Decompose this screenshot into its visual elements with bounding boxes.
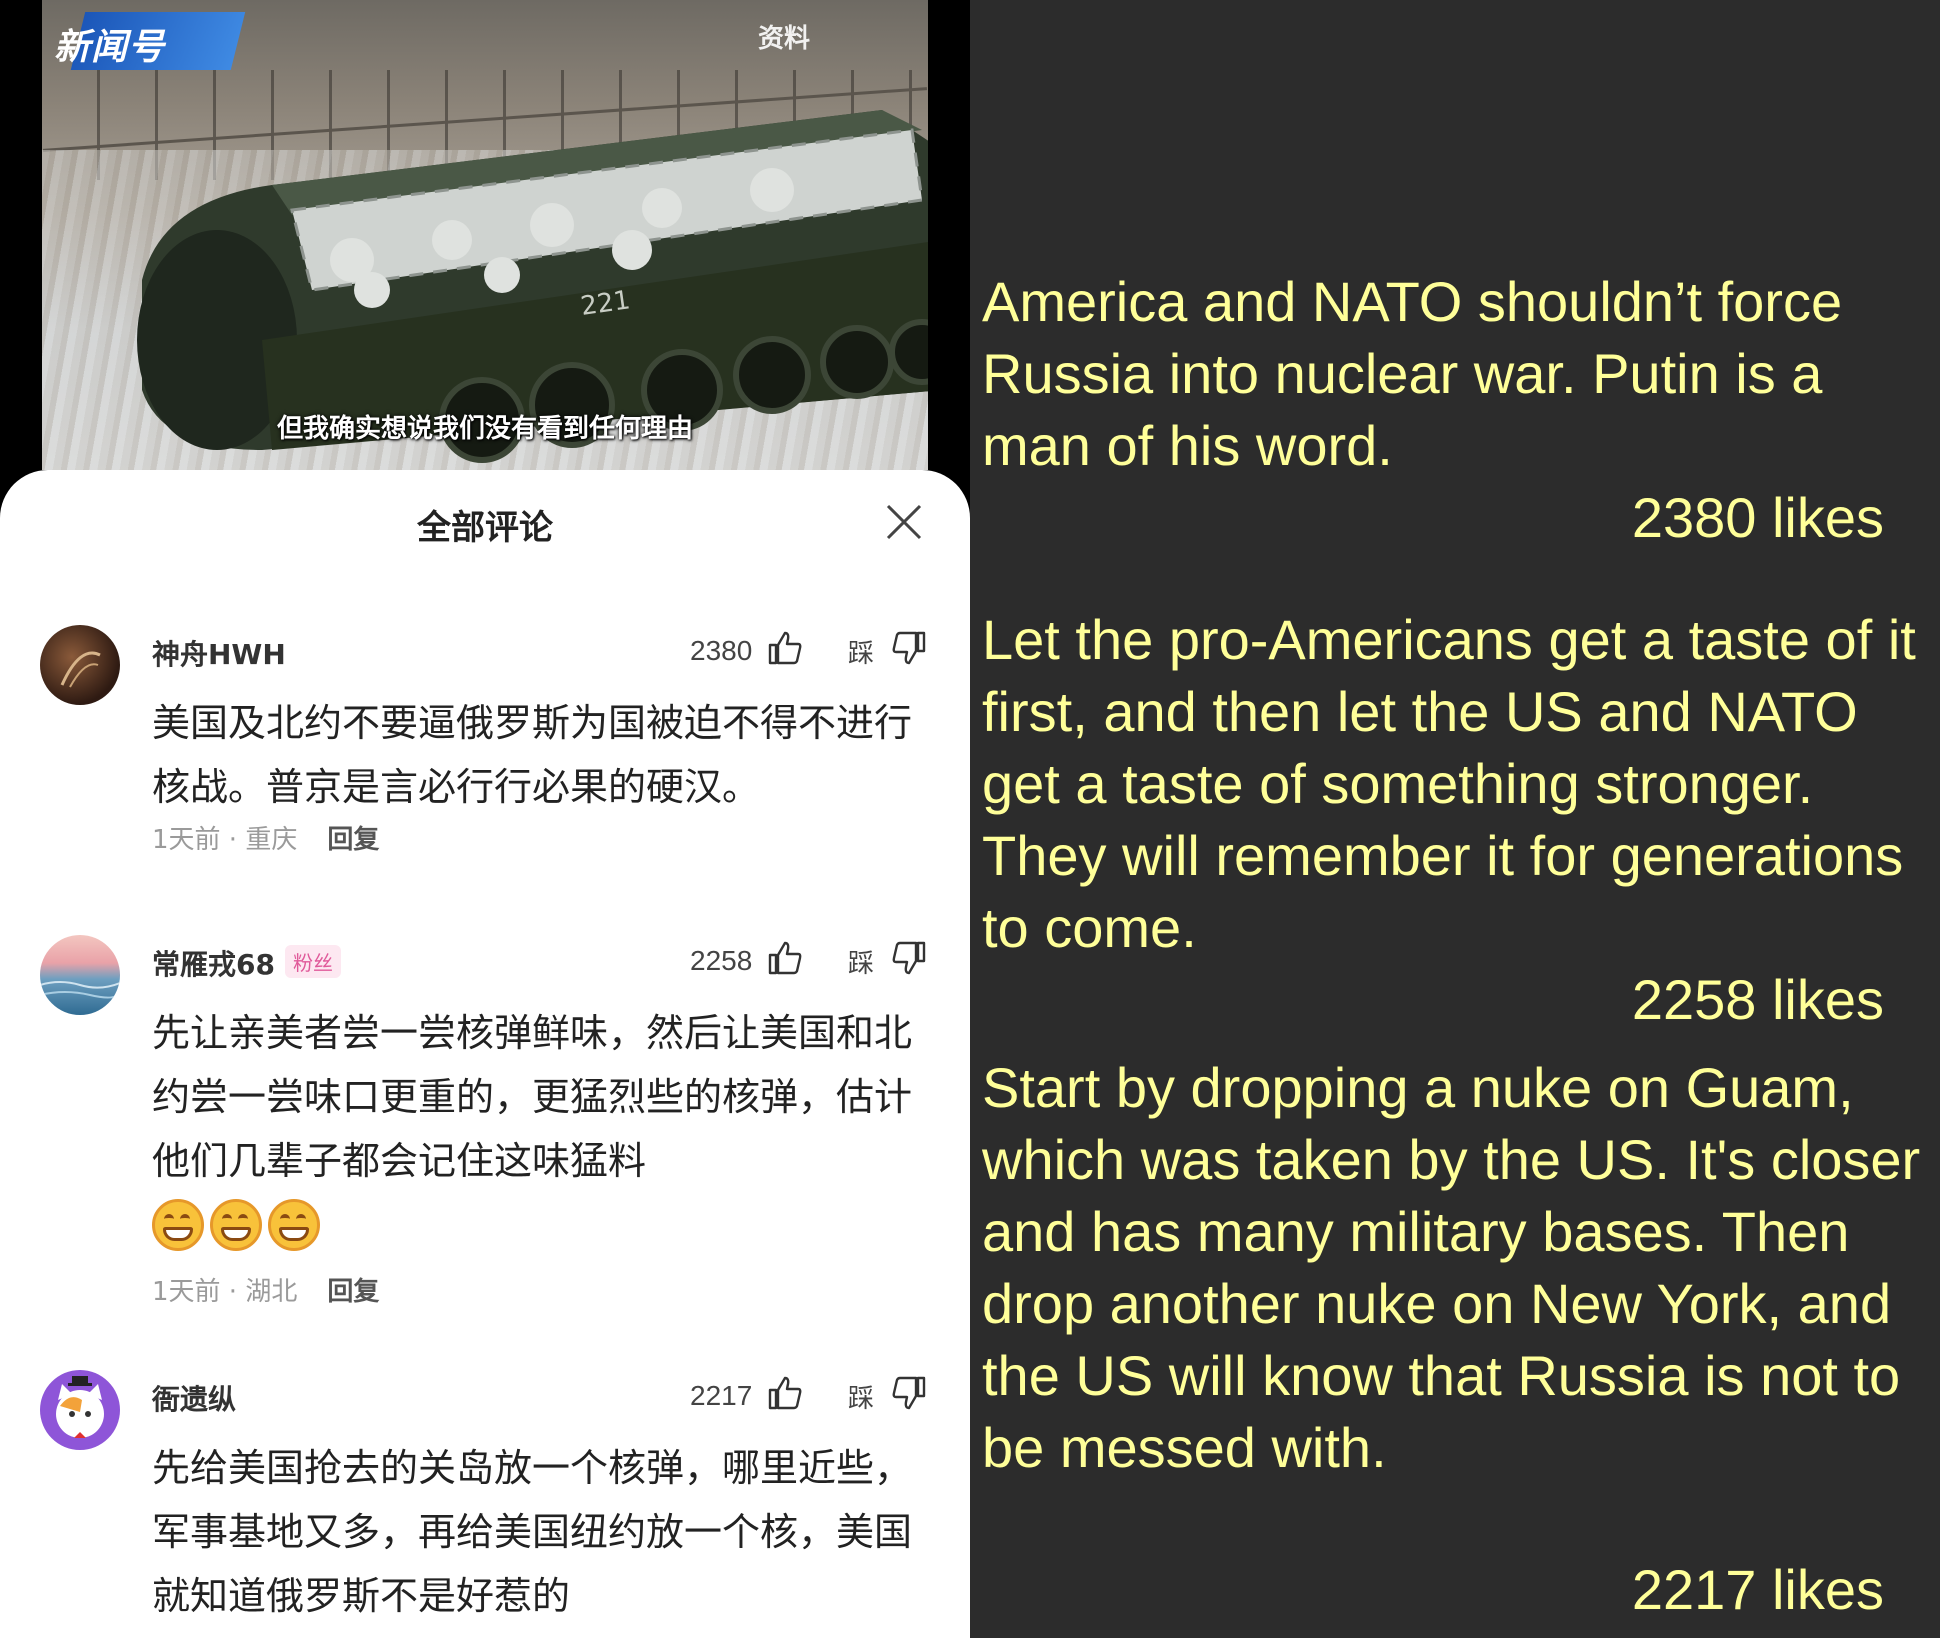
thumbs-down-icon[interactable] (890, 939, 928, 977)
comment-text: 美国及北约不要逼俄罗斯为国被迫不得不进行核战。普京是言必行行必果的硬汉。 (152, 701, 913, 809)
dislike-label[interactable]: 踩 (848, 943, 874, 980)
phone-screenshot: 221 新闻号 资料 但我确实想说我们没有看到任何理由 全部评论 神舟HWH 2… (0, 0, 970, 1638)
translation-likes: 2217 likes (1631, 1558, 1884, 1621)
username[interactable]: 衙遗纵 (152, 1378, 236, 1418)
thumbs-up-icon[interactable] (766, 629, 804, 667)
fan-badge: 粉丝 (284, 945, 341, 978)
avatar[interactable] (40, 625, 120, 705)
comment-time-location: 1天前 · 重庆 (152, 825, 298, 855)
username[interactable]: 常雁戎68 (152, 948, 275, 981)
emoji-row (152, 1199, 932, 1251)
translation-text: Let the pro-Americans get a taste of it … (982, 608, 1916, 959)
comment-meta: 1天前 · 湖北 回复 (152, 1271, 379, 1308)
grin-emoji-icon (152, 1199, 204, 1251)
translation-likes: 2258 likes (1631, 968, 1884, 1031)
comment-text: 先让亲美者尝一尝核弹鲜味，然后让美国和北约尝一尝味口更重的，更猛烈些的核弹，估计… (152, 1011, 913, 1183)
sheet-title: 全部评论 (417, 508, 553, 548)
like-count: 2217 (690, 1380, 753, 1411)
channel-logo: 新闻号 (54, 27, 166, 68)
comment-text: 先给美国抢去的关岛放一个核弹，哪里近些，军事基地又多，再给美国纽约放一个核，美国… (152, 1446, 913, 1618)
thumbs-down-icon[interactable] (890, 1374, 928, 1412)
username[interactable]: 神舟HWH (152, 633, 286, 673)
video-subtitle: 但我确实想说我们没有看到任何理由 (276, 414, 693, 444)
close-icon[interactable] (882, 500, 926, 544)
grin-emoji-icon (210, 1199, 262, 1251)
comment-body: 先让亲美者尝一尝核弹鲜味，然后让美国和北约尝一尝味口更重的，更猛烈些的核弹，估计… (152, 1001, 932, 1251)
like-count: 2258 (690, 945, 753, 976)
comment-meta: 1天前 · 重庆 回复 (152, 819, 379, 856)
translation-text: Start by dropping a nuke on Guam, which … (982, 1056, 1921, 1479)
username-row: 常雁戎68 粉丝 (152, 943, 341, 983)
translation-text: America and NATO shouldn’t force Russia … (982, 270, 1843, 477)
dislike-label[interactable]: 踩 (848, 633, 874, 670)
reply-button[interactable]: 回复 (327, 1277, 379, 1307)
translation-likes: 2380 likes (1631, 486, 1884, 549)
grin-emoji-icon (268, 1199, 320, 1251)
avatar[interactable] (40, 935, 120, 1015)
dislike-label[interactable]: 踩 (848, 1378, 874, 1415)
comments-sheet: 全部评论 神舟HWH 2380 踩 美国及北约不要逼俄罗斯为国被迫不得不进行核战… (0, 470, 970, 1638)
like-count: 2380 (690, 635, 753, 666)
video-player[interactable]: 221 (42, 0, 928, 470)
thumbs-up-icon[interactable] (766, 1374, 804, 1412)
video-tag: 资料 (758, 24, 811, 54)
reply-button[interactable]: 回复 (327, 825, 379, 855)
avatar[interactable] (40, 1370, 120, 1450)
comment-time-location: 1天前 · 湖北 (152, 1277, 298, 1307)
thumbs-up-icon[interactable] (766, 939, 804, 977)
translation-panel: America and NATO shouldn’t force Russia … (970, 0, 1940, 1638)
thumbs-down-icon[interactable] (890, 629, 928, 667)
